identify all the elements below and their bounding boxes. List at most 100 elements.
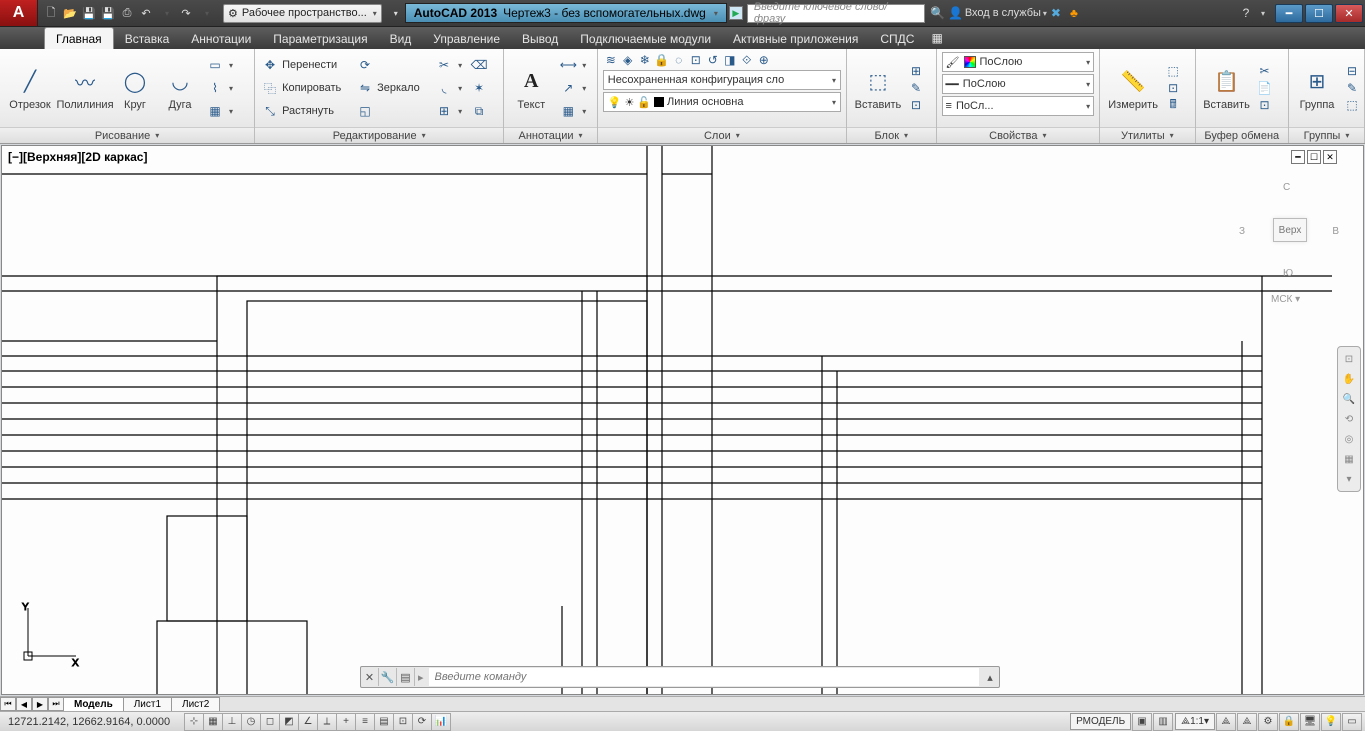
text-button[interactable]: AТекст	[508, 52, 554, 124]
viewcube-top[interactable]: Верх	[1273, 218, 1307, 242]
table-button[interactable]: ▦▾	[557, 100, 589, 122]
undo-dropdown-icon[interactable]: ▾	[158, 4, 176, 22]
quickview-drawings-icon[interactable]: ▥	[1153, 713, 1173, 731]
create-block-icon[interactable]: ⊞	[908, 63, 924, 79]
copy-button[interactable]: ⿻Копировать	[259, 77, 351, 99]
signin-label[interactable]: Вход в службы	[965, 7, 1041, 19]
viewcube-east[interactable]: В	[1332, 226, 1339, 237]
polar-icon[interactable]: ◷	[241, 713, 261, 731]
lwt-icon[interactable]: ≡	[355, 713, 375, 731]
copy-clip-icon[interactable]: 📄	[1257, 80, 1273, 96]
minimize-button[interactable]: ━	[1275, 4, 1303, 23]
layer-icon[interactable]: ◈	[620, 52, 636, 68]
cmd-recent-icon[interactable]: ▤	[397, 668, 415, 686]
dyn-icon[interactable]: +	[336, 713, 356, 731]
close-button[interactable]: ✕	[1335, 4, 1363, 23]
user-icon[interactable]: 👤	[947, 4, 965, 22]
otrack-icon[interactable]: ∠	[298, 713, 318, 731]
annovisible-icon[interactable]: ⟁	[1216, 713, 1236, 731]
trim-button[interactable]: ✂▾	[433, 54, 465, 76]
tab-spds[interactable]: СПДС	[869, 28, 925, 49]
cmd-settings-icon[interactable]: 🔧	[379, 668, 397, 686]
group-sel-icon[interactable]: ⬚	[1344, 97, 1360, 113]
edit-block-icon[interactable]: ✎	[908, 80, 924, 96]
tab-output[interactable]: Вывод	[511, 28, 569, 49]
orbit-icon[interactable]: ⟲	[1340, 410, 1358, 428]
layer-match-icon[interactable]: ⊡	[688, 52, 704, 68]
model-space-button[interactable]: РМОДЕЛЬ	[1070, 713, 1131, 730]
linetype-selector[interactable]: ━━ПоСлою▾	[942, 74, 1095, 94]
sc-icon[interactable]: ⟳	[412, 713, 432, 731]
help-dropdown-icon[interactable]: ▾	[1261, 9, 1265, 18]
circle-button[interactable]: ◯Круг	[114, 52, 156, 124]
spline-button[interactable]: ⌇▾	[204, 77, 236, 99]
pan-icon[interactable]: ✋	[1340, 370, 1358, 388]
dim-button[interactable]: ⟷▾	[557, 54, 589, 76]
viewcube-west[interactable]: З	[1239, 226, 1245, 237]
tab-sheet1[interactable]: Лист1	[123, 697, 172, 711]
tab-first-icon[interactable]: ⏮	[0, 697, 16, 711]
cmd-expand-icon[interactable]: ▴	[981, 668, 999, 686]
toolbar-lock-icon[interactable]: 🔒	[1279, 713, 1299, 731]
fillet-button[interactable]: ◟▾	[433, 77, 465, 99]
redo-dropdown-icon[interactable]: ▾	[198, 4, 216, 22]
measure-button[interactable]: 📏Измерить	[1104, 52, 1162, 124]
cmd-close-icon[interactable]: ✕	[361, 668, 379, 686]
plot-icon[interactable]: ⎙	[118, 4, 136, 22]
coordinates-readout[interactable]: 12721.2142, 12662.9164, 0.0000	[0, 716, 185, 728]
paste-button[interactable]: 📋Вставить	[1200, 52, 1254, 124]
leader-button[interactable]: ↗▾	[557, 77, 589, 99]
layer-lock-icon[interactable]: 🔒	[654, 52, 670, 68]
ws-switch-icon[interactable]: ⚙	[1258, 713, 1278, 731]
layer-merge-icon[interactable]: ⊕	[756, 52, 772, 68]
layer-prop-icon[interactable]: ≋	[603, 52, 619, 68]
isolate-icon[interactable]: 💡	[1321, 713, 1341, 731]
stretch-button[interactable]: ⤡Растянуть	[259, 100, 351, 122]
nav-more-icon[interactable]: ▾	[1340, 470, 1358, 488]
saveas-icon[interactable]: 💾	[99, 4, 117, 22]
viewcube-wcs[interactable]: МСК ▾	[1271, 294, 1300, 305]
grid-icon[interactable]: ▦	[203, 713, 223, 731]
cut-icon[interactable]: ✂	[1257, 63, 1273, 79]
redo-icon[interactable]: ↷	[177, 4, 195, 22]
offset-button[interactable]: ⧉	[468, 100, 490, 122]
group-button[interactable]: ⊞Группа	[1293, 52, 1341, 124]
qat-customize-icon[interactable]: ▾	[387, 4, 405, 22]
insert-block-button[interactable]: ⬚Вставить	[851, 52, 905, 124]
tab-parametric[interactable]: Параметризация	[262, 28, 378, 49]
rotate-button[interactable]: ⟳	[354, 54, 430, 76]
cleanscreen-icon[interactable]: ▭	[1342, 713, 1362, 731]
open-icon[interactable]: 📂	[61, 4, 79, 22]
explode-button[interactable]: ✶	[468, 77, 490, 99]
panel-props-title[interactable]: Свойства▾	[937, 127, 1100, 143]
line-button[interactable]: ╱Отрезок	[4, 52, 56, 124]
undo-icon[interactable]: ↶	[137, 4, 155, 22]
tab-activeapps[interactable]: Активные приложения	[722, 28, 869, 49]
viewcube[interactable]: С Ю З В Верх МСК ▾	[1239, 182, 1339, 282]
search-input[interactable]: Введите ключевое слово/фразу	[747, 4, 925, 23]
showmotion-icon[interactable]: ▦	[1340, 450, 1358, 468]
tab-manage[interactable]: Управление	[422, 28, 511, 49]
layer-walk-icon[interactable]: ⟐	[739, 52, 755, 68]
app-menu-button[interactable]: A	[0, 0, 38, 26]
tab-extra-icon[interactable]: ▦	[925, 27, 948, 49]
snap-mode-icon[interactable]: ⊹	[184, 713, 204, 731]
viewcube-north[interactable]: С	[1283, 182, 1290, 193]
viewcube-south[interactable]: Ю	[1283, 268, 1293, 279]
calc-icon[interactable]: 🖩	[1165, 97, 1181, 113]
color-selector[interactable]: 🖌 ПоСлою▾	[942, 52, 1095, 72]
polyline-button[interactable]: 〰Полилиния	[59, 52, 111, 124]
tab-home[interactable]: Главная	[44, 27, 114, 49]
drawing-canvas[interactable]: [−][Верхняя][2D каркас] ━ ☐ ✕	[1, 145, 1364, 695]
tab-insert[interactable]: Вставка	[114, 28, 181, 49]
tab-last-icon[interactable]: ⏭	[48, 697, 64, 711]
play-icon[interactable]: ▶	[729, 6, 743, 20]
arc-button[interactable]: ◡Дуга	[159, 52, 201, 124]
rectangle-button[interactable]: ▭▾	[204, 54, 236, 76]
panel-block-title[interactable]: Блок▾	[847, 127, 936, 143]
autodesk-icon[interactable]: ♣	[1065, 4, 1083, 22]
attr-icon[interactable]: ⊡	[908, 97, 924, 113]
ungroup-icon[interactable]: ⊟	[1344, 63, 1360, 79]
tab-sheet2[interactable]: Лист2	[171, 697, 220, 711]
layer-iso-icon[interactable]: ◨	[722, 52, 738, 68]
